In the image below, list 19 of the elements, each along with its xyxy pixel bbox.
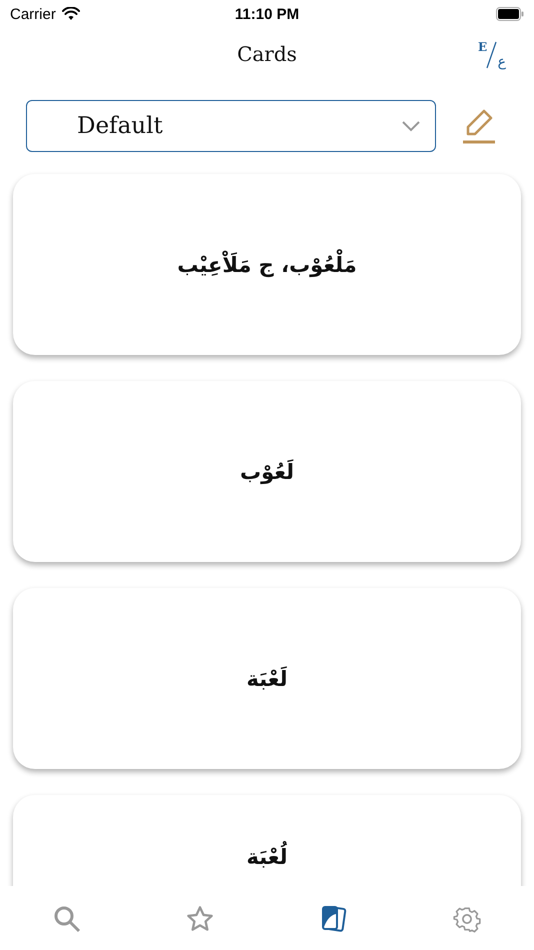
screen-title: Cards <box>237 42 297 66</box>
slash-icon <box>486 41 497 69</box>
carrier-label: Carrier <box>10 6 56 22</box>
flashcard[interactable]: لَعُوْب <box>13 381 521 562</box>
card-word: لَعُوْب <box>240 460 294 484</box>
flashcard[interactable]: مَلْعُوْب، ج مَلَاْعِيْب <box>13 174 521 355</box>
search-icon <box>52 905 81 933</box>
cards-icon <box>320 905 348 933</box>
star-icon <box>186 905 214 933</box>
chevron-down-icon <box>401 120 421 132</box>
battery-icon <box>496 7 524 21</box>
card-word: لَعْبَة <box>246 666 288 690</box>
flashcard[interactable]: لُعْبَة <box>13 795 521 886</box>
clock-time: 11:10 PM <box>234 6 300 22</box>
wifi-icon <box>62 7 80 21</box>
flashcard[interactable]: لَعْبَة <box>13 588 521 769</box>
pencil-icon[interactable] <box>462 108 496 144</box>
deck-dropdown[interactable]: Default <box>26 100 436 152</box>
settings-icon <box>453 905 482 933</box>
